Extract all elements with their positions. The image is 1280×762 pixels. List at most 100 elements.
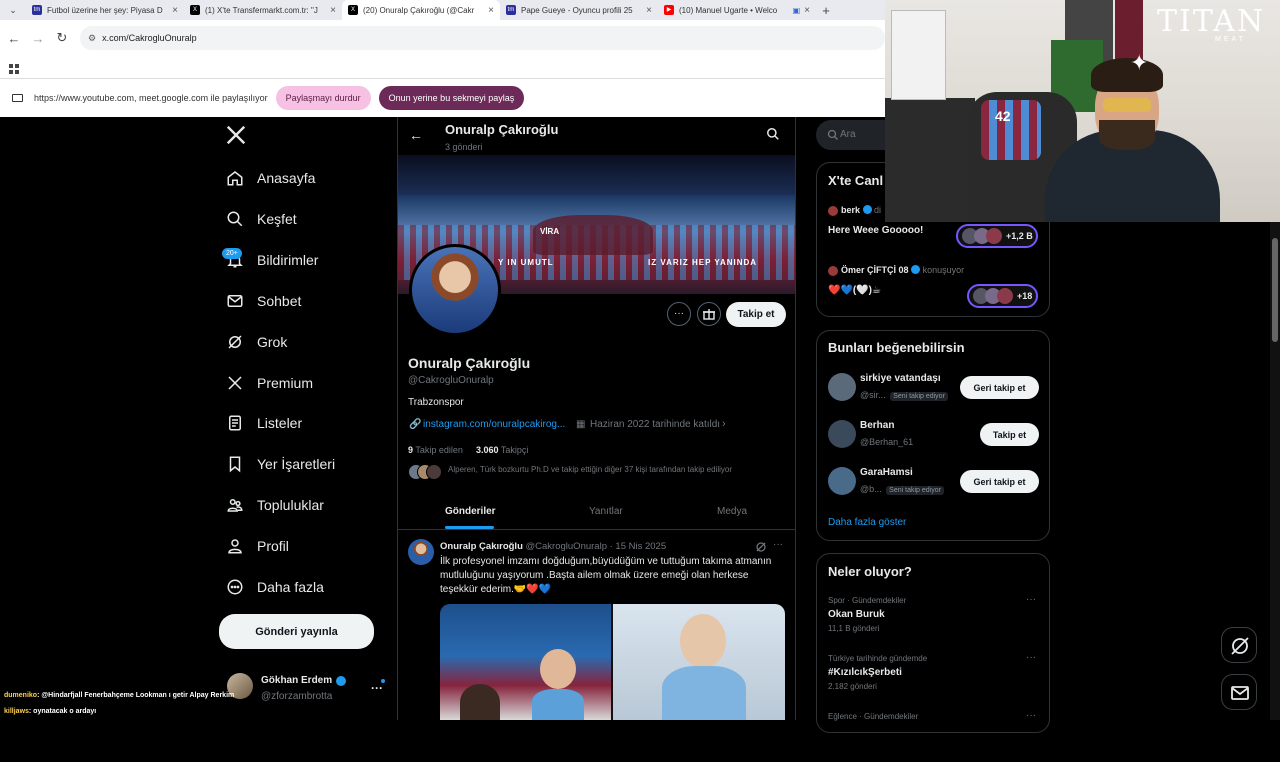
close-tab-icon[interactable]: × [330, 5, 336, 16]
browser-tab[interactable]: X (20) Onuralp Çakıroğlu (@Cakr × [342, 0, 500, 20]
back-arrow-icon[interactable]: ← [2, 31, 26, 46]
jersey-number: 42 [995, 108, 1011, 124]
trend-item[interactable]: Türkiye tarihinde gündemde #KızılcıkŞerb… [828, 654, 1038, 704]
suggestion-handle: @b... [860, 484, 882, 494]
sidebar-item-topluluklar[interactable]: Topluluklar [226, 496, 324, 514]
sidebar-item-label: Bildirimler [257, 251, 319, 268]
page-scrollbar[interactable] [1270, 222, 1280, 720]
grok-floating-button[interactable] [1221, 627, 1257, 663]
close-tab-icon[interactable]: × [172, 5, 178, 16]
x-logo-icon[interactable] [225, 124, 247, 146]
sidebar-item-daha-fazla[interactable]: Daha fazla [226, 578, 324, 596]
sidebar-item-anasayfa[interactable]: Anasayfa [226, 169, 315, 187]
sidebar-item-keşfet[interactable]: Keşfet [226, 210, 297, 228]
suggestion-avatar[interactable] [828, 373, 856, 401]
suggestion-follow-button[interactable]: Geri takip et [960, 376, 1039, 399]
tab-favicon-icon: X [348, 5, 358, 15]
tab-title: (1) X'te Transfermarkt.com.tr: "J [205, 5, 318, 15]
tab-title: Futbol üzerine her şey: Piyasa D [47, 5, 163, 15]
browser-tab[interactable]: tm Futbol üzerine her şey: Piyasa D × [26, 0, 184, 20]
share-this-tab-button[interactable]: Onun yerine bu sekmeyi paylaş [378, 86, 525, 110]
new-tab-button[interactable]: + [816, 3, 836, 18]
followed-by-text[interactable]: Alperen, Türk bozkurtu Ph.D ve takip ett… [448, 465, 788, 474]
browser-tab[interactable]: ▶ (10) Manuel Ugarte • Welco ▣ × [658, 0, 816, 20]
trend-context: Türkiye tarihinde gündemde [828, 654, 928, 663]
scrollbar-thumb[interactable] [1272, 238, 1278, 342]
browser-tab[interactable]: tm Pape Gueye - Oyuncu profili 25 × [500, 0, 658, 20]
tab-favicon-icon: tm [506, 5, 516, 15]
post-media[interactable] [440, 604, 785, 720]
suggestion-follow-button[interactable]: Takip et [980, 423, 1039, 446]
post-author[interactable]: Onuralp Çakıroğlu [440, 541, 523, 552]
suggestion-name[interactable]: sirkiye vatandaşı [860, 373, 941, 384]
profile-link[interactable]: instagram.com/onuralpcakirog... [423, 419, 565, 430]
sidebar-item-label: Keşfet [257, 210, 297, 227]
listener-avatar [986, 228, 1002, 244]
tab-list-chevron-icon[interactable]: ⌄ [0, 5, 26, 16]
post-button[interactable]: Gönderi yayınla [219, 614, 374, 649]
header-name: Onuralp Çakıroğlu [445, 122, 559, 137]
suggestion-name[interactable]: GaraHamsi [860, 467, 913, 478]
apps-grid-icon[interactable] [9, 61, 19, 74]
forward-arrow-icon[interactable]: → [26, 31, 50, 46]
follow-button[interactable]: Takip et [726, 302, 786, 327]
search-input[interactable]: Ara [816, 120, 886, 150]
grok-icon[interactable] [755, 540, 767, 552]
followers-stat[interactable]: 3.060 Takipçi [476, 445, 528, 455]
close-tab-icon[interactable]: × [488, 5, 494, 16]
sidebar-item-yer-i-şaretleri[interactable]: Yer İşaretleri [226, 455, 335, 473]
live-listeners[interactable]: +1,2 B [956, 224, 1038, 248]
post-avatar[interactable] [408, 539, 434, 565]
tab-media[interactable]: Medya [717, 506, 747, 517]
profile-avatar[interactable] [409, 244, 501, 336]
sidebar-item-listeler[interactable]: Listeler [226, 414, 302, 432]
post-handle[interactable]: @CakrogluOnuralp [526, 541, 607, 552]
account-menu-icon[interactable]: ··· [371, 681, 383, 695]
post-date[interactable]: · 15 Nis 2025 [610, 541, 667, 552]
tab-posts[interactable]: Gönderiler [445, 506, 496, 517]
more-circle-icon [226, 578, 244, 596]
show-more-link[interactable]: Daha fazla göster [828, 517, 906, 528]
url-field[interactable]: ⚙ x.com/CakrogluOnuralp [80, 26, 885, 50]
sidebar-item-sohbet[interactable]: Sohbet [226, 292, 301, 310]
reload-icon[interactable]: ↻ [50, 30, 74, 46]
following-stat[interactable]: 9 Takip edilen [408, 445, 463, 455]
banner-text-1: VİRA [540, 227, 560, 236]
tab-favicon-icon: tm [32, 5, 42, 15]
chat-user: killjaws [4, 708, 29, 715]
live-listeners[interactable]: +18 [967, 284, 1038, 308]
trend-item[interactable]: Spor · Gündemdekiler Okan Buruk 11,1 B g… [828, 596, 1038, 646]
sidebar-item-premium[interactable]: Premium [226, 374, 313, 392]
trend-more-icon[interactable]: ··· [1026, 710, 1036, 721]
sidebar-item-label: Topluluklar [257, 497, 324, 514]
messages-floating-button[interactable] [1221, 674, 1257, 710]
suggestion-avatar[interactable] [828, 420, 856, 448]
suggestion-avatar[interactable] [828, 467, 856, 495]
back-arrow-icon[interactable]: ← [409, 127, 423, 143]
tab-audio-icon[interactable]: ▣ [793, 6, 801, 15]
trend-more-icon[interactable]: ··· [1026, 652, 1036, 663]
suggestion-follow-button[interactable]: Geri takip et [960, 470, 1039, 493]
close-tab-icon[interactable]: × [804, 5, 810, 16]
trend-more-icon[interactable]: ··· [1026, 594, 1036, 605]
search-icon[interactable] [766, 127, 780, 141]
sidebar-item-label: Yer İşaretleri [257, 456, 336, 473]
post-more-icon[interactable]: ··· [773, 539, 783, 550]
sidebar-item-label: Grok [257, 333, 288, 350]
more-options-icon[interactable]: ··· [667, 302, 691, 326]
site-info-icon[interactable]: ⚙ [88, 33, 96, 44]
link-icon: 🔗 [409, 419, 422, 430]
account-name-row: Gökhan Erdem [261, 675, 347, 686]
account-handle: @zforzambrotta [261, 691, 333, 702]
close-tab-icon[interactable]: × [646, 5, 652, 16]
sidebar-item-grok[interactable]: Grok [226, 333, 287, 351]
stop-sharing-button[interactable]: Paylaşmayı durdur [275, 86, 371, 110]
gift-icon[interactable] [697, 302, 721, 326]
tab-replies[interactable]: Yanıtlar [589, 506, 623, 517]
suggestion-name[interactable]: Berhan [860, 420, 894, 431]
browser-tab[interactable]: X (1) X'te Transfermarkt.com.tr: "J × [184, 0, 342, 20]
followed-by-avatars[interactable] [408, 464, 442, 480]
sidebar-item-profil[interactable]: Profil [226, 537, 289, 555]
chevron-right-icon[interactable]: › [722, 418, 726, 430]
tabs-divider [398, 529, 795, 530]
